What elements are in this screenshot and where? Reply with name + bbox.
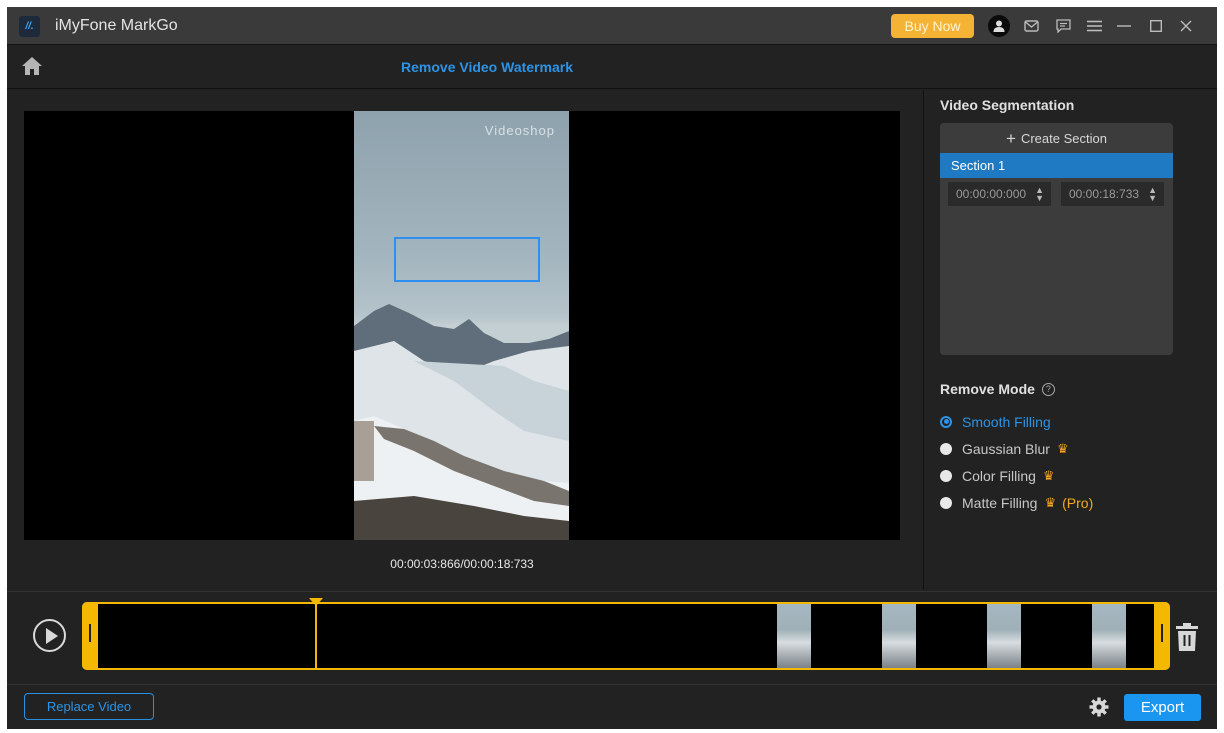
minimize-icon[interactable]	[1113, 15, 1135, 37]
mode-label: Smooth Filling	[962, 413, 1051, 430]
trim-handle-right[interactable]	[1154, 602, 1170, 670]
playhead[interactable]	[308, 598, 323, 670]
feedback-icon[interactable]	[1052, 15, 1074, 37]
timeline-thumbnail	[986, 604, 1021, 668]
section-time-range: 00:00:00:000 ▲ ▼ 00:00:18:733 ▲ ▼	[940, 178, 1173, 210]
crown-icon: ♛	[1056, 440, 1069, 456]
remove-mode-options: Smooth Filling Gaussian Blur ♛ Color Fil…	[940, 408, 1093, 516]
spinner-icon[interactable]: ▲ ▼	[1148, 186, 1157, 203]
mode-label: Matte Filling	[962, 494, 1038, 511]
mode-label: Gaussian Blur	[962, 440, 1050, 457]
start-time-input[interactable]: 00:00:00:000 ▲ ▼	[948, 182, 1051, 206]
page-title: Remove Video Watermark	[401, 59, 573, 75]
watermark-selection-box[interactable]	[394, 237, 540, 282]
end-time-input[interactable]: 00:00:18:733 ▲ ▼	[1061, 182, 1164, 206]
timeline-track[interactable]	[82, 598, 1170, 670]
mode-smooth-filling[interactable]: Smooth Filling	[940, 408, 1093, 435]
timeline-area	[7, 591, 1217, 685]
radio-unselected[interactable]	[940, 469, 952, 482]
mode-matte-filling[interactable]: Matte Filling ♛ (Pro)	[940, 489, 1093, 516]
menu-icon[interactable]	[1083, 15, 1105, 37]
watermark-text: Videoshop	[484, 123, 555, 138]
buy-now-button[interactable]: Buy Now	[891, 14, 974, 38]
trash-icon[interactable]	[1175, 622, 1199, 652]
user-icon[interactable]	[988, 15, 1010, 37]
crown-icon: ♛	[1042, 467, 1055, 483]
timeline-thumbnail	[776, 604, 811, 668]
radio-unselected[interactable]	[940, 442, 952, 455]
mail-icon[interactable]	[1020, 15, 1042, 37]
side-panel: Video Segmentation + Create Section Sect…	[940, 97, 1210, 511]
trim-handle-left[interactable]	[82, 602, 98, 670]
title-bar: //. iMyFone MarkGo Buy Now	[7, 7, 1217, 45]
remove-mode-panel: Remove Mode ? Smooth Filling Gaussian Bl…	[940, 381, 1093, 516]
mode-color-filling[interactable]: Color Filling ♛	[940, 462, 1093, 489]
app-window: //. iMyFone MarkGo Buy Now Remove Video …	[7, 7, 1217, 729]
playback-timecode: 00:00:03:866/00:00:18:733	[390, 557, 534, 571]
close-icon[interactable]	[1175, 15, 1197, 37]
segmentation-box: + Create Section Section 1 00:00:00:000 …	[940, 123, 1173, 355]
section-item[interactable]: Section 1	[940, 153, 1173, 178]
panel-divider	[923, 90, 924, 590]
end-time-value: 00:00:18:733	[1069, 187, 1140, 201]
pro-badge: (Pro)	[1062, 494, 1094, 511]
mountain-scene	[354, 304, 569, 540]
mode-label: Color Filling	[962, 467, 1036, 484]
app-title: iMyFone MarkGo	[55, 17, 178, 34]
maximize-icon[interactable]	[1145, 15, 1167, 37]
crown-icon: ♛	[1044, 494, 1057, 510]
timeline-thumbnail	[1092, 604, 1127, 668]
radio-selected[interactable]	[940, 415, 952, 428]
footer-bar: Replace Video Export	[7, 686, 1217, 729]
create-section-button[interactable]: + Create Section	[940, 123, 1173, 153]
replace-video-button[interactable]: Replace Video	[24, 693, 154, 720]
help-icon[interactable]: ?	[1041, 382, 1055, 396]
toolbar: Remove Video Watermark	[7, 46, 1217, 89]
video-preview: Videoshop	[24, 111, 900, 540]
create-section-label: Create Section	[1020, 130, 1107, 146]
start-time-value: 00:00:00:000	[956, 187, 1027, 201]
spinner-icon[interactable]: ▲ ▼	[1035, 186, 1044, 203]
video-segmentation-title: Video Segmentation	[940, 97, 1075, 113]
play-button[interactable]	[33, 619, 66, 652]
radio-unselected[interactable]	[940, 496, 952, 509]
timeline-thumbnail	[881, 604, 916, 668]
mode-gaussian-blur[interactable]: Gaussian Blur ♛	[940, 435, 1093, 462]
app-logo-icon: //.	[19, 16, 40, 37]
remove-mode-title: Remove Mode	[940, 381, 1035, 397]
plus-icon: +	[1006, 128, 1016, 148]
export-button[interactable]: Export	[1124, 694, 1201, 721]
video-frame: Videoshop	[354, 111, 569, 540]
gear-icon[interactable]	[1089, 697, 1109, 717]
